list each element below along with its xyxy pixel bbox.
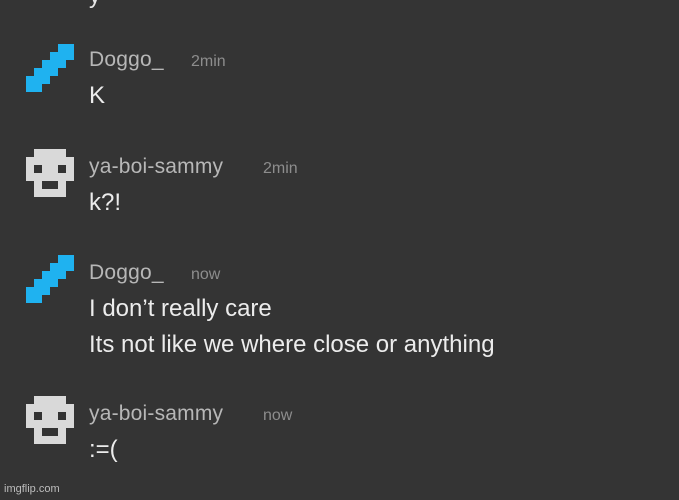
message-text: K bbox=[89, 82, 106, 109]
skull-icon[interactable] bbox=[26, 396, 74, 444]
timestamp: 2min bbox=[191, 53, 226, 70]
watermark-text: imgflip.com bbox=[4, 483, 60, 495]
timestamp: 2min bbox=[263, 160, 298, 177]
partial-message-text: y bbox=[89, 0, 101, 8]
chat-message: ya-boi-sammy now :=( bbox=[0, 396, 679, 496]
username[interactable]: ya-boi-sammy bbox=[89, 155, 223, 179]
message-text: :=( bbox=[89, 436, 118, 463]
skull-icon[interactable] bbox=[26, 149, 74, 197]
chat-message: ya-boi-sammy 2min k?! bbox=[0, 147, 679, 247]
username[interactable]: Doggo_ bbox=[89, 261, 164, 285]
message-text-line-1: I don’t really care bbox=[89, 295, 272, 322]
username[interactable]: Doggo_ bbox=[89, 48, 164, 72]
chat-message: Doggo_ 2min K bbox=[0, 42, 679, 142]
username[interactable]: ya-boi-sammy bbox=[89, 402, 223, 426]
chat-message: Doggo_ now I don’t really care Its not l… bbox=[0, 255, 679, 358]
timestamp: now bbox=[263, 407, 293, 424]
diamond-sword-icon[interactable] bbox=[26, 44, 74, 92]
message-text-line-2: Its not like we where close or anything bbox=[89, 331, 495, 358]
diamond-sword-icon[interactable] bbox=[26, 255, 74, 303]
timestamp: now bbox=[191, 266, 221, 283]
message-text: k?! bbox=[89, 189, 122, 216]
